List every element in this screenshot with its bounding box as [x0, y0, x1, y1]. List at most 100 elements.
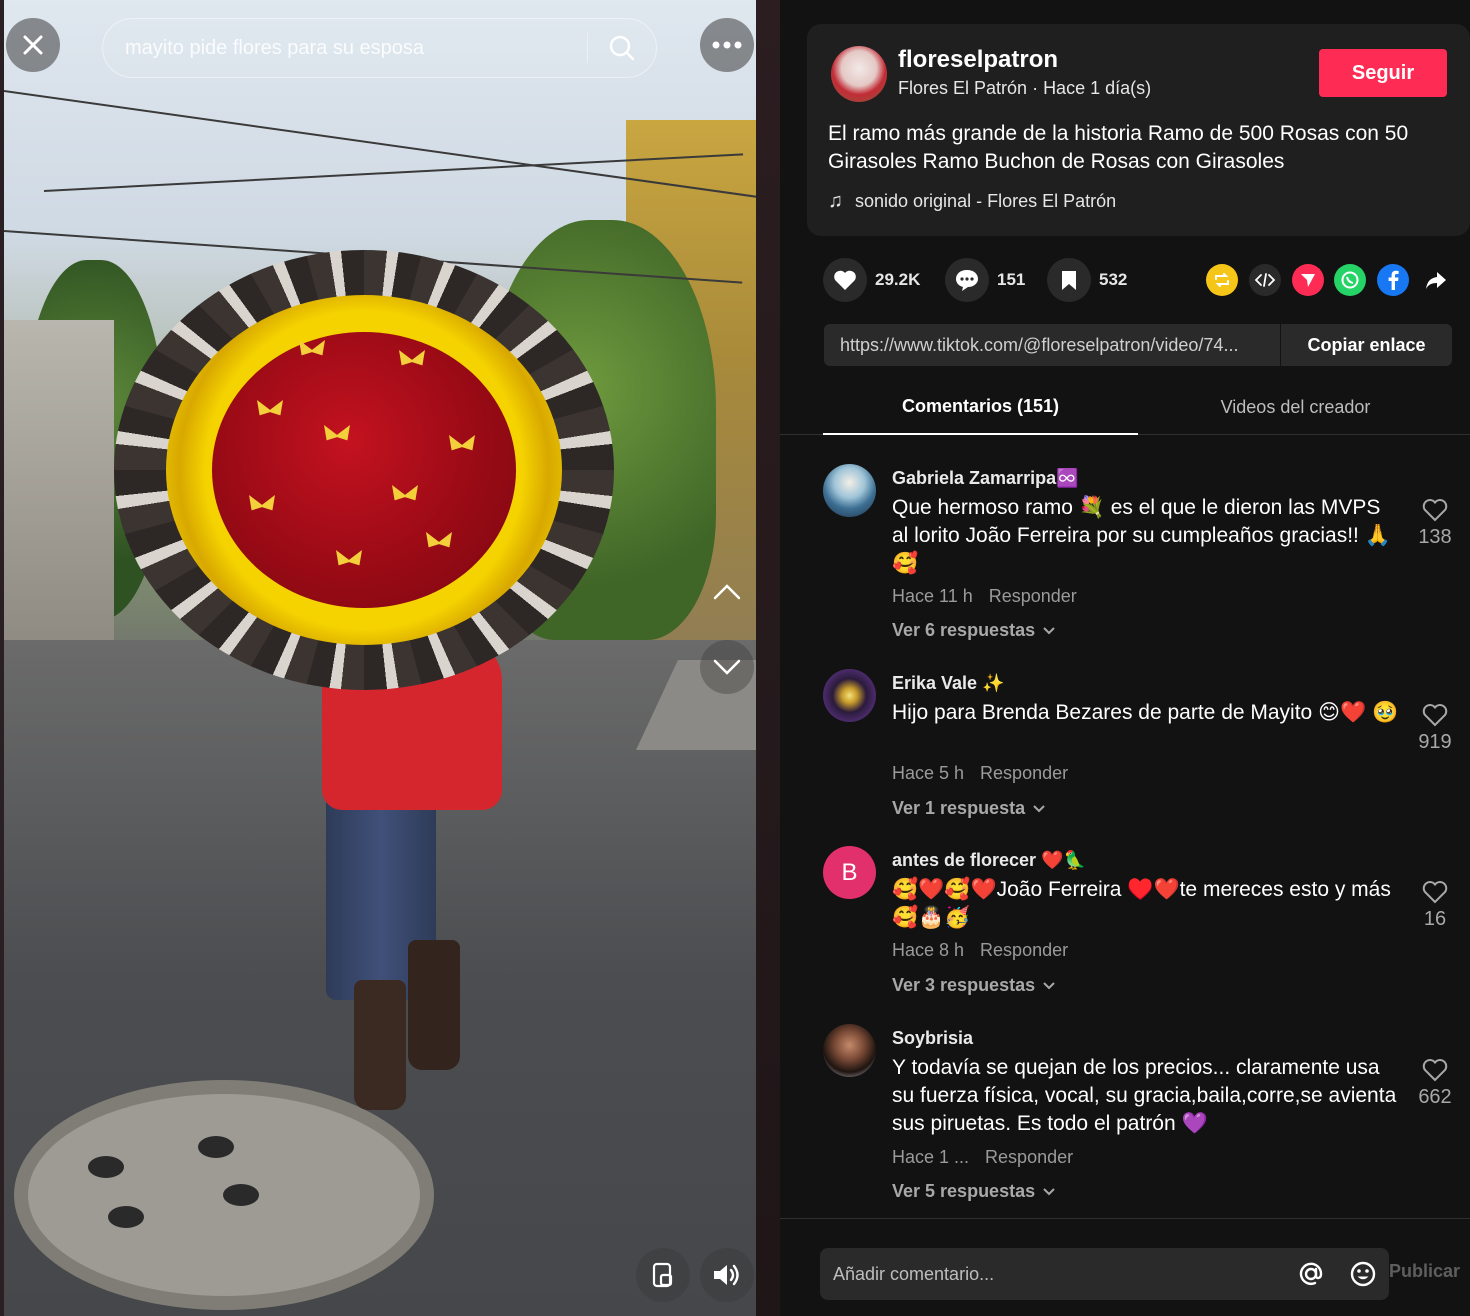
whatsapp-icon	[1341, 271, 1359, 289]
video-info-card: floreselpatron Flores El Patrón · Hace 1…	[807, 24, 1470, 236]
comment-time: Hace 5 h	[892, 763, 965, 783]
scene-manhole-hole	[108, 1206, 144, 1228]
tab-creator-videos[interactable]: Videos del creador	[1138, 380, 1453, 435]
video-player[interactable]: mayito pide flores para su esposa	[0, 0, 780, 1316]
like-button[interactable]	[823, 258, 867, 302]
repost-button[interactable]	[1206, 264, 1238, 296]
volume-button[interactable]	[700, 1248, 754, 1302]
panel-tabs: Comentarios (151) Videos del creador	[780, 380, 1470, 435]
share-link-url[interactable]: https://www.tiktok.com/@floreselpatron/v…	[824, 335, 1280, 356]
bouquet-roses	[212, 332, 516, 608]
comment-meta: Hace 1 ... Responder	[892, 1147, 1073, 1168]
comment-input[interactable]: Añadir comentario...	[820, 1248, 1389, 1300]
reply-button[interactable]: Responder	[980, 763, 1068, 784]
comment-avatar[interactable]: B	[823, 846, 876, 899]
reply-button[interactable]: Responder	[980, 940, 1068, 961]
tab-comments[interactable]: Comentarios (151)	[823, 380, 1138, 435]
comment-username[interactable]: antes de florecer ❤️🦜	[892, 850, 1086, 871]
previous-video-button[interactable]	[700, 565, 754, 619]
comment-like[interactable]: 138	[1410, 498, 1460, 549]
comment-avatar[interactable]	[823, 464, 876, 517]
comment-button[interactable]	[945, 258, 989, 302]
scene-person-boot	[354, 980, 406, 1110]
mention-button[interactable]	[1285, 1248, 1337, 1300]
emoji-button[interactable]	[1337, 1248, 1389, 1300]
author-separator: ·	[1027, 78, 1044, 98]
search-button[interactable]	[588, 19, 656, 77]
view-replies-label: Ver 1 respuesta	[892, 798, 1026, 818]
comment-username[interactable]: Gabriela Zamarripa♾️	[892, 468, 1079, 489]
reply-button[interactable]: Responder	[985, 1147, 1073, 1168]
author-username[interactable]: floreselpatron	[898, 46, 1058, 74]
close-button[interactable]	[6, 18, 60, 72]
comment-like-count: 138	[1418, 526, 1452, 548]
like-count: 29.2K	[875, 270, 921, 289]
comment-time: Hace 8 h	[892, 940, 965, 960]
comment-item: Erika Vale ✨ Hijo para Brenda Bezares de…	[780, 655, 1470, 830]
save-button[interactable]	[1047, 258, 1091, 302]
comment-username[interactable]: Erika Vale ✨	[892, 673, 1004, 694]
comment-text: Hijo para Brenda Bezares de parte de May…	[892, 701, 1399, 724]
scene-manhole-hole	[198, 1136, 234, 1158]
heart-outline-icon	[1422, 881, 1448, 904]
save-action[interactable]: 532	[1047, 258, 1127, 302]
comment-item: Gabriela Zamarripa♾️ Que hermoso ramo 💐 …	[780, 450, 1470, 650]
view-replies-button[interactable]: Ver 1 respuesta	[892, 798, 1045, 819]
follow-button[interactable]: Seguir	[1319, 49, 1447, 97]
send-button[interactable]	[1292, 264, 1324, 296]
chevron-down-icon	[1043, 1187, 1055, 1195]
heart-outline-icon	[1422, 499, 1448, 522]
view-replies-label: Ver 5 respuestas	[892, 1181, 1036, 1201]
comment-item: Soybrisia Y todavía se quejan de los pre…	[780, 1010, 1470, 1215]
chevron-down-icon	[1043, 981, 1055, 989]
share-more-button[interactable]	[1420, 264, 1452, 296]
comment-input-placeholder[interactable]: Añadir comentario...	[820, 1264, 1285, 1285]
volume-icon	[714, 1264, 739, 1286]
comment-action[interactable]: 151	[945, 258, 1025, 302]
publish-button[interactable]: Publicar	[1389, 1261, 1460, 1282]
search-bar[interactable]: mayito pide flores para su esposa	[102, 18, 657, 78]
comment-item: B antes de florecer ❤️🦜 🥰❤️🥰❤️João Ferre…	[780, 832, 1470, 1007]
heart-outline-icon	[1422, 1059, 1448, 1082]
reply-button[interactable]: Responder	[989, 586, 1077, 607]
comment-list[interactable]: Gabriela Zamarripa♾️ Que hermoso ramo 💐 …	[780, 450, 1470, 1218]
heart-outline-icon	[1422, 704, 1448, 727]
author-avatar[interactable]	[831, 46, 887, 102]
comment-text: Y todavía se quejan de los precios... cl…	[892, 1056, 1397, 1135]
view-replies-button[interactable]: Ver 5 respuestas	[892, 1181, 1055, 1202]
like-action[interactable]: 29.2K	[823, 258, 920, 302]
search-icon	[609, 35, 635, 61]
repost-icon	[1215, 273, 1229, 287]
send-icon	[1301, 274, 1315, 287]
comment-like[interactable]: 919	[1410, 703, 1460, 754]
comment-avatar[interactable]	[823, 1024, 876, 1077]
search-input[interactable]: mayito pide flores para su esposa	[103, 37, 587, 60]
comment-avatar[interactable]	[823, 669, 876, 722]
music-link[interactable]: ♫ sonido original - Flores El Patrón	[828, 190, 1116, 213]
miniplayer-button[interactable]	[636, 1248, 690, 1302]
music-title[interactable]: sonido original - Flores El Patrón	[855, 191, 1116, 212]
close-icon	[23, 35, 43, 55]
comment-like[interactable]: 662	[1410, 1058, 1460, 1109]
comment-count: 151	[997, 270, 1026, 289]
post-time: Hace 1 día(s)	[1043, 78, 1152, 98]
chevron-down-icon	[713, 659, 741, 675]
video-frame[interactable]	[4, 0, 756, 1316]
next-video-button[interactable]	[700, 640, 754, 694]
facebook-button[interactable]	[1377, 264, 1409, 296]
view-replies-button[interactable]: Ver 3 respuestas	[892, 975, 1055, 996]
author-subline: Flores El Patrón · Hace 1 día(s)	[898, 78, 1151, 99]
chevron-down-icon	[1043, 626, 1055, 634]
heart-icon	[834, 270, 856, 290]
comment-username[interactable]: Soybrisia	[892, 1028, 973, 1049]
whatsapp-button[interactable]	[1334, 264, 1366, 296]
video-description: El ramo más grande de la historia Ramo d…	[828, 122, 1409, 173]
comment-meta: Hace 8 h Responder	[892, 940, 1068, 961]
comment-time: Hace 11 h	[892, 586, 973, 606]
view-replies-button[interactable]: Ver 6 respuestas	[892, 620, 1055, 641]
copy-link-button[interactable]: Copiar enlace	[1280, 324, 1452, 366]
more-dots-icon	[712, 41, 742, 49]
comment-like[interactable]: 16	[1410, 880, 1460, 931]
embed-button[interactable]	[1249, 264, 1281, 296]
more-options-button[interactable]	[700, 18, 754, 72]
